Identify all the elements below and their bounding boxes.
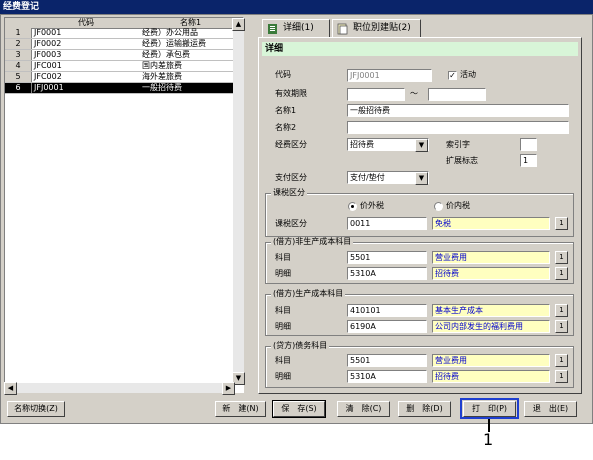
scroll-right-icon[interactable]: ▶	[222, 382, 235, 395]
credit-detail-code-field[interactable]: 5310A	[347, 370, 427, 383]
payment-type-select[interactable]: 支付/垫付 ▼	[347, 171, 429, 185]
index-field[interactable]	[520, 138, 537, 151]
debit-account-code-field[interactable]: 5501	[347, 251, 427, 264]
name1-field[interactable]: 一般招待费	[347, 104, 569, 117]
credit-detail-name-field: 招待费	[432, 370, 550, 383]
credit-detail-lookup-button[interactable]: 1	[555, 370, 568, 383]
save-button[interactable]: 保 存(S)	[272, 400, 326, 418]
prod-account-name-field: 基本生产成本	[432, 304, 550, 317]
callout-number: 1	[483, 430, 494, 449]
prod-detail-label: 明细	[275, 322, 291, 331]
delete-button[interactable]: 删 除(D)	[398, 401, 451, 417]
tax-outside-label: 价外税	[360, 201, 384, 210]
period-to-field[interactable]	[428, 88, 486, 101]
credit-account-code-field[interactable]: 5501	[347, 354, 427, 367]
debit-account-name-field: 营业费用	[432, 251, 550, 264]
prod-account-code-field[interactable]: 410101	[347, 304, 427, 317]
list-horizontal-scrollbar[interactable]: ◀ ▶	[4, 382, 235, 395]
tab-detail[interactable]: 详细(1)	[262, 19, 330, 38]
index-label: 索引字	[446, 140, 470, 149]
list-vertical-scrollbar[interactable]: ▲ ▼	[232, 18, 245, 385]
detail-header: 详细	[262, 42, 578, 56]
tab-position-posting[interactable]: 职位別建贴(2)	[332, 19, 421, 38]
period-from-field[interactable]	[347, 88, 405, 101]
tax-group-title: 课税区分	[271, 188, 307, 198]
prod-detail-lookup-button[interactable]: 1	[555, 320, 568, 333]
debit-group-title: (借方)非生产成本科目	[271, 237, 354, 247]
tax-outside-radio[interactable]	[348, 202, 357, 211]
new-button[interactable]: 新 建(N)	[215, 401, 266, 417]
tax-type-label: 课税区分	[275, 219, 307, 228]
name-switch-button[interactable]: 名称切换(Z)	[7, 401, 65, 417]
list-item[interactable]: 5 JFC002 海外差旅费	[5, 72, 241, 83]
scroll-up-icon[interactable]: ▲	[232, 18, 245, 31]
clear-button[interactable]: 清 除(C)	[337, 401, 390, 417]
prod-detail-name-field: 公司内部发生的福利费用	[432, 320, 550, 333]
credit-account-name-field: 营业费用	[432, 354, 550, 367]
list-item[interactable]: 2 JF0002 经费）运输搬运费	[5, 39, 241, 50]
tax-inside-radio[interactable]	[434, 202, 443, 211]
list-item[interactable]: 1 JF0001 经费）办公用品	[5, 28, 241, 39]
chevron-down-icon[interactable]: ▼	[415, 172, 428, 185]
credit-group-title: (贷方)债务科目	[271, 341, 330, 351]
production-group-title: (借方)生产成本科目	[271, 289, 346, 299]
expense-type-select[interactable]: 招待费 ▼	[347, 138, 429, 152]
debit-detail-name-field: 招待费	[432, 267, 550, 280]
exit-button[interactable]: 退 出(E)	[524, 401, 577, 417]
credit-account-lookup-button[interactable]: 1	[555, 354, 568, 367]
payment-type-label: 支付区分	[275, 173, 307, 182]
period-label: 有效期限	[275, 89, 307, 98]
list-item[interactable]: 4 JFC001 国内差旅费	[5, 61, 241, 72]
tax-type-lookup-button[interactable]: 1	[555, 217, 568, 230]
code-field[interactable]: JFJ0001	[347, 69, 432, 82]
active-label: 活动	[460, 70, 476, 79]
prod-account-lookup-button[interactable]: 1	[555, 304, 568, 317]
period-separator: ～	[410, 89, 418, 98]
tax-type-name-field: 免税	[432, 217, 550, 230]
scroll-left-icon[interactable]: ◀	[4, 382, 17, 395]
document-icon	[337, 23, 348, 35]
window-title: 经费登记	[0, 0, 593, 14]
name2-field[interactable]	[347, 121, 569, 134]
list-item-selected[interactable]: 6 JFJ0001 一般招待费	[5, 83, 241, 94]
debit-account-lookup-button[interactable]: 1	[555, 251, 568, 264]
name2-label: 名称2	[275, 123, 297, 132]
debit-detail-code-field[interactable]: 5310A	[347, 267, 427, 280]
list-item[interactable]: 3 JF0003 经费）承包费	[5, 50, 241, 61]
ext-flag-field[interactable]: 1	[520, 154, 537, 167]
expense-type-label: 经费区分	[275, 140, 307, 149]
name1-label: 名称1	[275, 106, 297, 115]
prod-detail-code-field[interactable]: 6190A	[347, 320, 427, 333]
debit-detail-lookup-button[interactable]: 1	[555, 267, 568, 280]
tax-inside-label: 价内税	[446, 201, 470, 210]
tax-type-code-field[interactable]: 0011	[347, 217, 427, 230]
ext-flag-label: 扩展标志	[446, 156, 478, 165]
code-label: 代码	[275, 70, 291, 79]
debit-detail-label: 明细	[275, 269, 291, 278]
chevron-down-icon[interactable]: ▼	[415, 139, 428, 152]
credit-detail-label: 明细	[275, 372, 291, 381]
detail-icon	[268, 24, 277, 34]
debit-account-label: 科目	[275, 253, 291, 262]
active-checkbox[interactable]: ✓	[448, 71, 457, 80]
print-button-highlight	[460, 398, 519, 419]
expense-list[interactable]: 代码 名称1 1 JF0001 经费）办公用品 2 JF0002 经费）运输搬运…	[4, 17, 244, 393]
credit-account-label: 科目	[275, 356, 291, 365]
tax-group	[265, 193, 574, 237]
prod-account-label: 科目	[275, 306, 291, 315]
